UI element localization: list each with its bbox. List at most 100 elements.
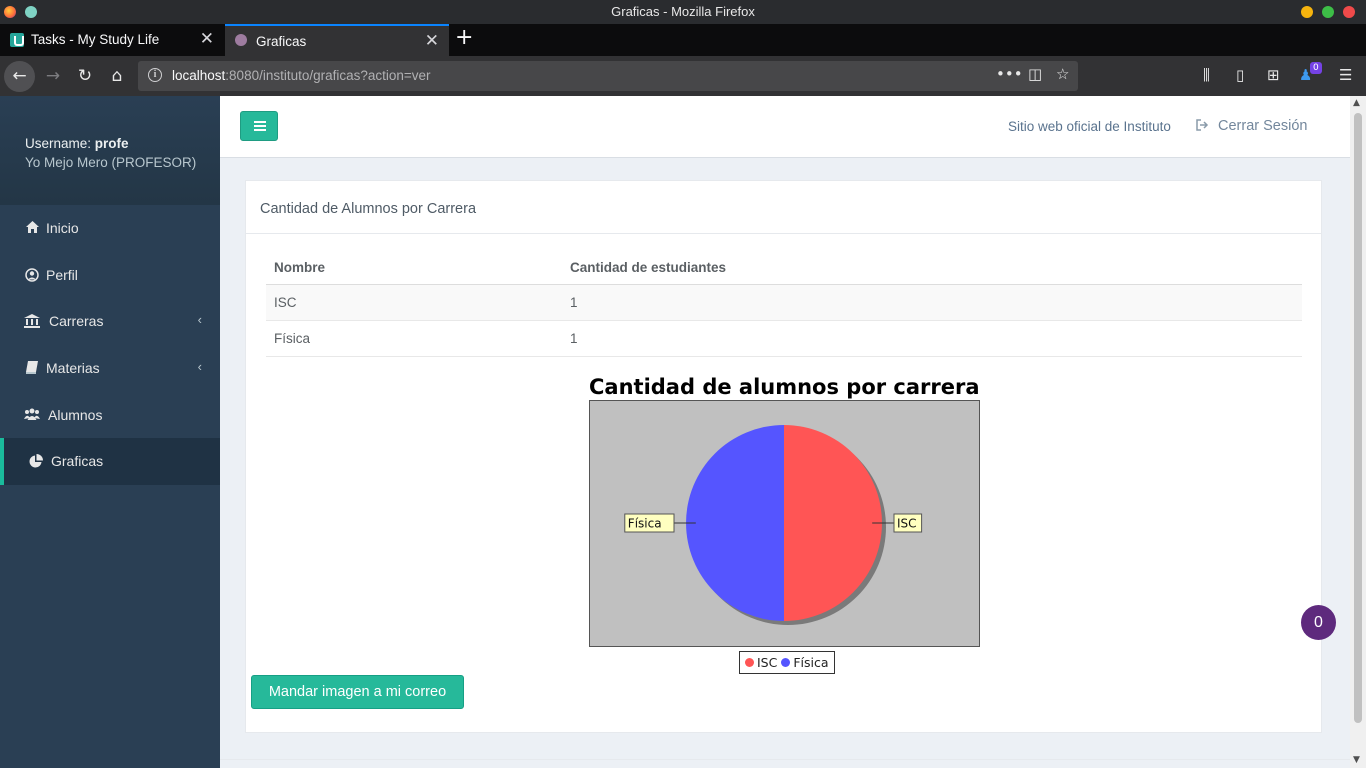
official-site-link[interactable]: Sitio web oficial de Instituto [1008, 119, 1171, 134]
chart-legend: ISC Física [739, 651, 835, 674]
legend-label: ISC [757, 655, 778, 670]
sidebar-item-alumnos[interactable]: Alumnos [0, 392, 220, 439]
navigation-toolbar: ← → ↻ ⌂ i localhost:8080/instituto/grafi… [0, 56, 1366, 96]
page-actions-icon[interactable]: ••• [996, 65, 1023, 83]
minimize-button[interactable] [1301, 6, 1313, 18]
legend-label: Física [793, 655, 829, 670]
forward-button[interactable]: → [39, 62, 67, 90]
maximize-button[interactable] [1322, 6, 1334, 18]
legend-swatch [745, 658, 754, 667]
my-study-life-favicon-icon [10, 33, 24, 47]
home-button[interactable]: ⌂ [103, 62, 131, 90]
menu-toggle-button[interactable] [240, 111, 278, 141]
legend-item: ISC [743, 655, 779, 670]
table-cell: ISC [266, 284, 562, 321]
sidebar-item-label: Perfil [46, 266, 78, 283]
profile-block: Username: profe Yo Mejo Mero (PROFESOR) [0, 96, 220, 205]
chevron-left-icon: ‹ [197, 359, 202, 375]
bookmark-star-icon[interactable]: ☆ [1056, 65, 1069, 83]
students-table: Nombre Cantidad de estudiantes ISC 1 Fís… [266, 251, 1302, 357]
svg-text:Física: Física [628, 517, 662, 531]
logout-link[interactable]: Cerrar Sesión [1218, 118, 1307, 134]
url-text[interactable]: localhost:8080/instituto/graficas?action… [172, 68, 431, 83]
back-button[interactable]: ← [4, 61, 35, 92]
legend-swatch [781, 658, 791, 667]
sidebar-item-label: Inicio [46, 220, 79, 236]
extension-badge: 0 [1310, 62, 1322, 74]
table-row: ISC 1 [266, 284, 1302, 321]
hamburger-menu-icon[interactable]: ☰ [1339, 66, 1352, 84]
sidebar-item-label: Graficas [51, 453, 104, 470]
url-bar[interactable]: i localhost:8080/instituto/graficas?acti… [138, 61, 1078, 91]
sidebar-toggle-icon[interactable]: ▯ [1236, 66, 1244, 84]
username-line: Username: profe [25, 136, 129, 151]
user-circle-icon [25, 267, 39, 282]
chat-bubble-button[interactable]: 0 [1301, 605, 1336, 640]
sidebar-item-perfil[interactable]: Perfil [0, 252, 220, 299]
sidebar-item-carreras[interactable]: Carreras ‹ [0, 298, 220, 345]
slice-label: Física [624, 513, 675, 533]
scroll-up-icon[interactable]: ▲ [1353, 98, 1360, 108]
new-tab-button[interactable]: + [455, 25, 473, 50]
tab-label: Tasks - My Study Life [31, 32, 160, 47]
site-favicon-icon [235, 34, 247, 46]
sidebar: Username: profe Yo Mejo Mero (PROFESOR) … [0, 96, 220, 768]
site-info-icon[interactable]: i [148, 68, 162, 82]
chevron-left-icon: ‹ [197, 312, 202, 328]
bank-icon [24, 314, 40, 329]
scroll-down-icon[interactable]: ▼ [1353, 755, 1360, 765]
pie-slice-física [686, 425, 784, 621]
page-scrollbar[interactable]: ▲ ▼ [1350, 96, 1366, 768]
tab-graficas[interactable]: Graficas ✕ [225, 24, 449, 56]
pocket-icon[interactable]: ◫ [1028, 65, 1042, 83]
legend-item: Física [779, 655, 830, 670]
username-value: profe [94, 136, 129, 151]
sidebar-item-label: Alumnos [48, 406, 103, 423]
containers-icon[interactable]: ⊞ [1267, 66, 1280, 84]
column-header: Cantidad de estudiantes [562, 251, 1302, 285]
sidebar-item-graficas[interactable]: Graficas [0, 438, 220, 486]
close-tab-icon[interactable]: ✕ [425, 31, 439, 51]
sidebar-item-label: Carreras [49, 313, 104, 330]
top-navigation: Sitio web oficial de Instituto Cerrar Se… [220, 96, 1350, 158]
user-role: Yo Mejo Mero (PROFESOR) [25, 155, 197, 170]
username-label: Username: [25, 136, 92, 151]
table-row: Física 1 [266, 320, 1302, 357]
sidebar-item-inicio[interactable]: Inicio [0, 205, 220, 252]
pie-chart: ISC Física [624, 425, 923, 625]
svg-text:ISC: ISC [897, 517, 917, 531]
sidebar-item-label: Materias [46, 360, 100, 377]
side-menu: Inicio Perfil Carreras ‹ Materias ‹ Alum… [0, 205, 220, 486]
content-panel: Cantidad de Alumnos por Carrera Nombre C… [245, 180, 1322, 733]
reload-button[interactable]: ↻ [71, 62, 99, 90]
panel-title: Cantidad de Alumnos por Carrera [260, 201, 477, 217]
close-tab-icon[interactable]: ✕ [200, 29, 214, 49]
send-image-email-button[interactable]: Mandar imagen a mi correo [251, 675, 464, 709]
tab-strip: Tasks - My Study Life ✕ Graficas ✕ + [0, 24, 1366, 56]
slice-label: ISC [893, 513, 923, 533]
book-icon [25, 361, 39, 375]
library-icon[interactable]: ⫼ [1203, 66, 1210, 84]
chart-plot-area: ISC Física [589, 400, 980, 647]
sidebar-item-materias[interactable]: Materias ‹ [0, 345, 220, 392]
table-header-row: Nombre Cantidad de estudiantes [266, 251, 1302, 285]
chart-title: Cantidad de alumnos por carrera [589, 375, 980, 399]
sign-out-icon [1196, 119, 1209, 131]
panel-divider [246, 233, 1321, 234]
footer-divider [220, 759, 1350, 760]
table-cell: Física [266, 320, 562, 357]
close-window-button[interactable] [1343, 6, 1355, 18]
pie-slice-isc [784, 425, 882, 621]
tab-tasks[interactable]: Tasks - My Study Life ✕ [0, 24, 224, 56]
tab-label: Graficas [256, 34, 307, 49]
column-header: Nombre [266, 251, 562, 285]
page-viewport: Username: profe Yo Mejo Mero (PROFESOR) … [0, 96, 1350, 768]
window-titlebar: Graficas - Mozilla Firefox [0, 0, 1366, 24]
window-title: Graficas - Mozilla Firefox [611, 4, 755, 19]
scrollbar-thumb[interactable] [1354, 113, 1362, 723]
table-cell: 1 [562, 320, 1302, 357]
pie-chart-icon [29, 454, 43, 468]
table-cell: 1 [562, 284, 1302, 321]
home-icon [25, 221, 39, 235]
users-icon [24, 408, 40, 422]
